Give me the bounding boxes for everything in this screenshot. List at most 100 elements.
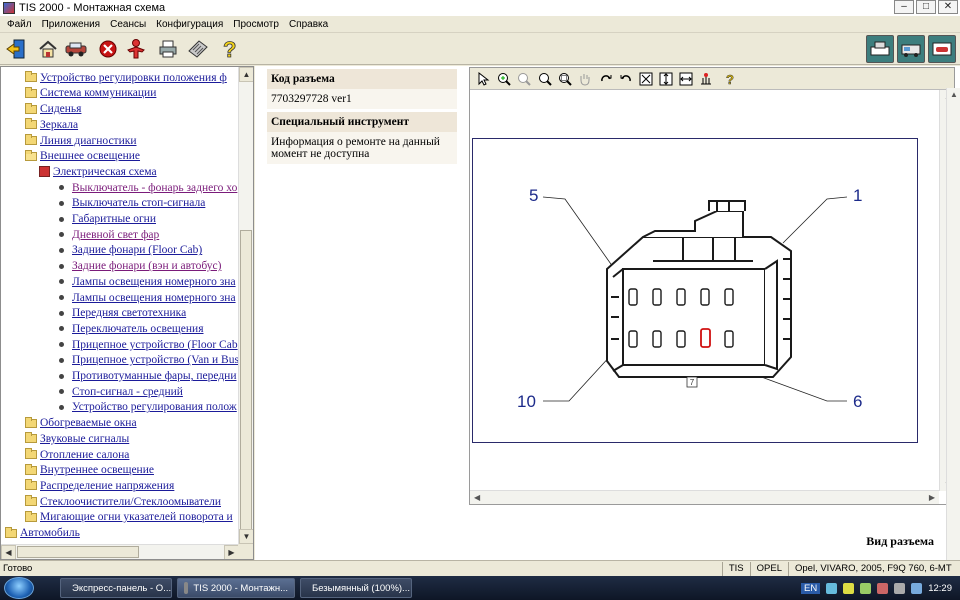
tree-item[interactable]: Выключатель - фонарь заднего хо	[57, 180, 237, 196]
tree-item[interactable]: Автомобиль	[5, 525, 80, 541]
network-icon[interactable]	[826, 582, 838, 594]
tree-item[interactable]: Распределение напряжения	[25, 478, 174, 494]
tree-item-label[interactable]: Задние фонари (Floor Cab)	[72, 244, 202, 256]
taskbar-item-image[interactable]: Безымянный (100%)...	[300, 578, 412, 598]
tree-item[interactable]: Лампы освещения номерного зна	[57, 274, 236, 290]
calculator-icon[interactable]	[186, 37, 210, 61]
menu-applications[interactable]: Приложения	[37, 19, 106, 30]
tree-item-label[interactable]: Устройство регулирования полож	[72, 401, 237, 413]
tray-security-icon[interactable]	[877, 582, 889, 594]
tree-item[interactable]: Устройство регулирования полож	[57, 400, 237, 416]
tree-item[interactable]: Лампы освещения номерного зна	[57, 290, 236, 306]
tree-item[interactable]: Противотуманные фары, передни	[57, 368, 236, 384]
menu-configuration[interactable]: Конфигурация	[151, 19, 228, 30]
tree-item-label[interactable]: Отопление салона	[40, 449, 129, 461]
tree-item[interactable]: Стеклоочистители/Стеклоомыватели	[25, 494, 221, 510]
tree-item-label[interactable]: Обогреваемые окна	[40, 417, 137, 429]
tree-item-label[interactable]: Внешнее освещение	[40, 150, 140, 162]
menu-sessions[interactable]: Сеансы	[105, 19, 151, 30]
menu-file[interactable]: Файл	[2, 19, 37, 30]
vehicle-icon[interactable]	[64, 37, 88, 61]
rotate-right-icon[interactable]	[597, 70, 614, 87]
tree-item-label[interactable]: Переключатель освещения	[72, 323, 204, 335]
tree-item[interactable]: Звуковые сигналы	[25, 431, 129, 447]
menu-help[interactable]: Справка	[284, 19, 333, 30]
tree-item-label[interactable]: Звуковые сигналы	[40, 433, 129, 445]
clock[interactable]: 12:29	[928, 583, 952, 594]
tree-item[interactable]: Устройство регулировки положения ф	[25, 70, 227, 86]
tree-vertical-scrollbar[interactable]: ▲ ▼	[238, 67, 253, 544]
content-scroll-up-icon[interactable]: ▲	[950, 90, 958, 99]
scroll-down-arrow-icon[interactable]: ▼	[239, 529, 253, 544]
tree-item-label[interactable]: Распределение напряжения	[40, 480, 174, 492]
tree-item-label[interactable]: Электрическая схема	[53, 166, 157, 178]
maximize-button[interactable]: □	[916, 0, 936, 14]
tree-item-label[interactable]: Выключатель стоп-сигнала	[72, 197, 205, 209]
print-icon[interactable]	[156, 37, 180, 61]
tree-item[interactable]: Мигающие огни указателей поворота и	[25, 510, 233, 526]
fit-page-icon[interactable]	[637, 70, 654, 87]
tree-item-label[interactable]: Противотуманные фары, передни	[72, 370, 236, 382]
diagnostic-tool-icon[interactable]	[866, 35, 894, 63]
close-button[interactable]: ✕	[938, 0, 958, 14]
tree-item-label[interactable]: Дневной свет фар	[72, 229, 159, 241]
tree-hscroll-thumb[interactable]	[17, 546, 139, 558]
tree-item[interactable]: Выключатель стоп-сигнала	[57, 196, 205, 212]
tree-item-label[interactable]: Стоп-сигнал - средний	[72, 386, 183, 398]
zoom-in-icon[interactable]	[495, 70, 512, 87]
menu-view[interactable]: Просмотр	[228, 19, 284, 30]
tree-item-label[interactable]: Мигающие огни указателей поворота и	[40, 511, 233, 523]
zoom-region-icon[interactable]	[556, 70, 573, 87]
tree-item-label[interactable]: Автомобиль	[20, 527, 80, 539]
exit-icon[interactable]	[4, 37, 28, 61]
person-icon[interactable]	[124, 37, 148, 61]
pointer-icon[interactable]	[475, 70, 492, 87]
tree-item-label[interactable]: Лампы освещения номерного зна	[72, 292, 236, 304]
scroll-left-arrow-icon[interactable]: ◀	[1, 545, 16, 559]
tree-item-label[interactable]: Внутреннее освещение	[40, 464, 154, 476]
rotate-left-icon[interactable]	[617, 70, 634, 87]
tree-item-label[interactable]: Устройство регулировки положения ф	[40, 72, 227, 84]
highlight-tool-icon[interactable]	[697, 70, 714, 87]
tree-item-label[interactable]: Система коммуникации	[40, 87, 156, 99]
tree-item[interactable]: Обогреваемые окна	[25, 415, 137, 431]
service-vehicle-icon[interactable]	[897, 35, 925, 63]
scroll-up-arrow-icon[interactable]: ▲	[239, 67, 253, 82]
tree-item[interactable]: Задние фонари (Floor Cab)	[57, 243, 202, 259]
tree-item[interactable]: Внешнее освещение	[25, 149, 140, 165]
tree-item-label[interactable]: Зеркала	[40, 119, 78, 131]
tree-item[interactable]: Переключатель освещения	[57, 321, 204, 337]
volume-icon[interactable]	[843, 582, 855, 594]
start-button[interactable]	[4, 577, 34, 599]
tree-item-label[interactable]: Стеклоочистители/Стеклоомыватели	[40, 496, 221, 508]
tree-item[interactable]: Прицепное устройство (Van и Bus	[57, 353, 239, 369]
tree-item[interactable]: Отопление салона	[25, 447, 129, 463]
fit-height-icon[interactable]	[657, 70, 674, 87]
tray-update-icon[interactable]	[911, 582, 923, 594]
taskbar-item-opera[interactable]: Экспресс-панель - О...	[60, 578, 172, 598]
tree-item-label[interactable]: Передняя светотехника	[72, 307, 186, 319]
fit-width-icon[interactable]	[677, 70, 694, 87]
tree-item[interactable]: Внутреннее освещение	[25, 463, 154, 479]
tree-item-label[interactable]: Задние фонари (вэн и автобус)	[72, 260, 221, 272]
scroll-right-arrow-icon[interactable]: ▶	[224, 545, 239, 559]
tree-scroll-thumb[interactable]	[240, 230, 252, 532]
tree-item[interactable]: Зеркала	[25, 117, 78, 133]
tree-item[interactable]: Электрическая схема	[39, 164, 157, 180]
viewer-help-icon[interactable]: ?	[721, 70, 738, 87]
taskbar-item-tis[interactable]: TIS 2000 - Монтажн...	[177, 578, 295, 598]
viewer-horizontal-scrollbar[interactable]: ◀ ▶	[470, 490, 939, 504]
home-icon[interactable]	[36, 37, 60, 61]
viewer-canvas[interactable]: 7 5 1 10 6	[470, 90, 938, 491]
content-vertical-scrollbar[interactable]: ▲	[946, 88, 960, 560]
tree-item-label[interactable]: Габаритные огни	[72, 213, 156, 225]
tree-item-label[interactable]: Прицепное устройство (Floor Cab	[72, 339, 238, 351]
tree-item[interactable]: Сиденья	[25, 101, 81, 117]
magnifier-icon[interactable]	[536, 70, 553, 87]
tree-item[interactable]: Габаритные огни	[57, 211, 156, 227]
tree-item[interactable]: Задние фонари (вэн и автобус)	[57, 258, 221, 274]
viewer-scroll-left-icon[interactable]: ◀	[474, 493, 480, 502]
tree-item-label[interactable]: Выключатель - фонарь заднего хо	[72, 182, 237, 194]
tree-item-label[interactable]: Линия диагностики	[40, 135, 136, 147]
car-info-icon[interactable]	[928, 35, 956, 63]
